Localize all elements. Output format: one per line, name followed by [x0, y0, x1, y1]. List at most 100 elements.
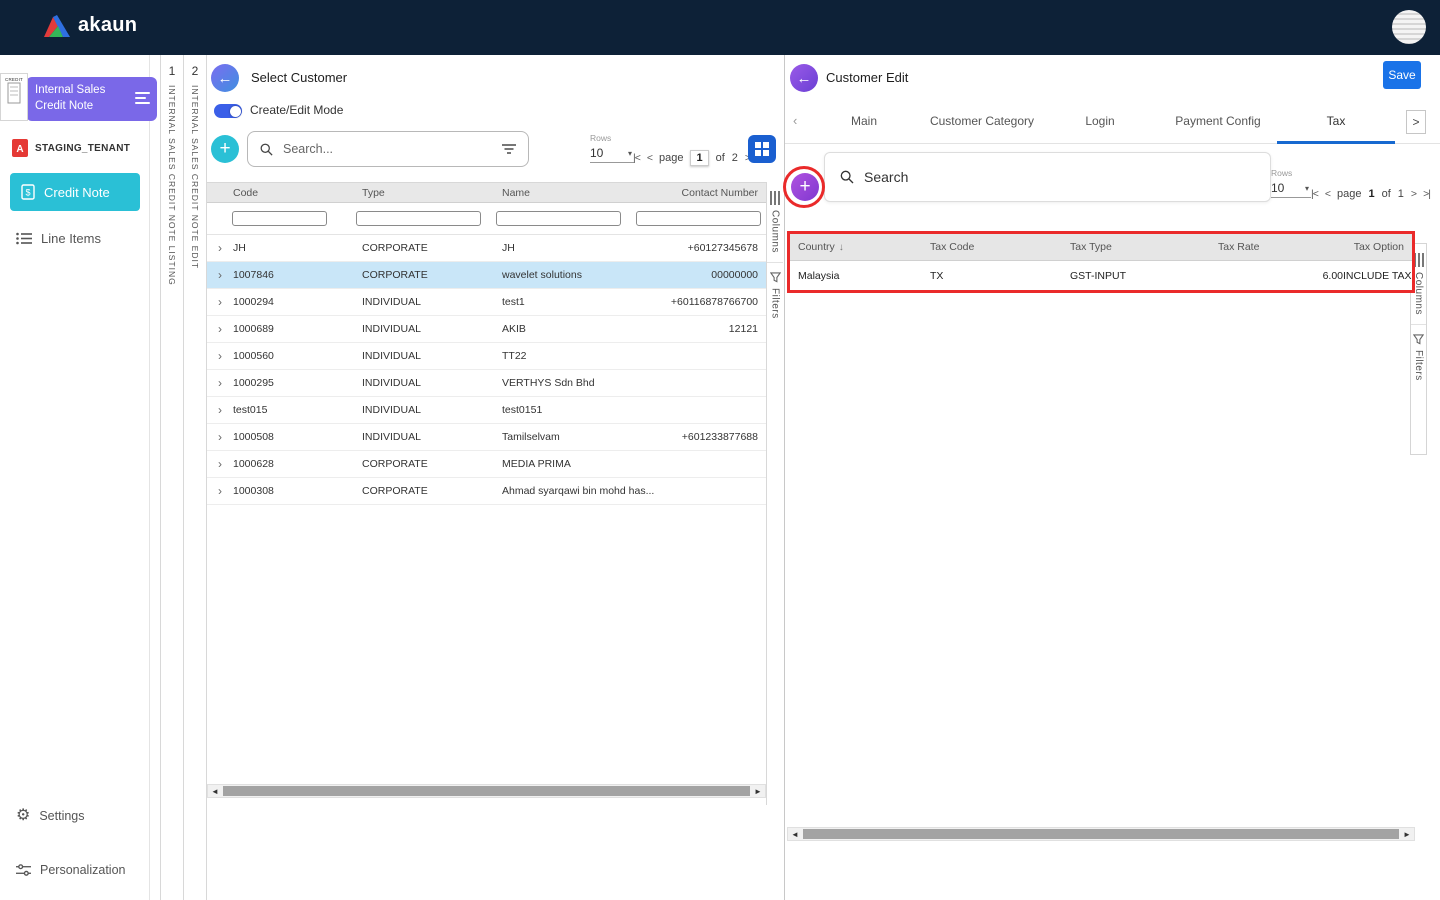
horizontal-scrollbar[interactable]: ◄ ► [787, 827, 1415, 841]
toggle-knob [229, 105, 241, 117]
scroll-left-arrow[interactable]: ◄ [788, 828, 802, 840]
scroll-right-arrow[interactable]: ► [751, 785, 765, 797]
sidebar-item-personalization[interactable]: Personalization [16, 863, 125, 877]
horizontal-scrollbar[interactable]: ◄ ► [207, 784, 766, 798]
table-row[interactable]: › 1000294 INDIVIDUAL test1 +60116878766700 [207, 289, 766, 316]
scroll-left-arrow[interactable]: ◄ [208, 785, 222, 797]
filters-tab[interactable]: Filters [1413, 325, 1424, 390]
last-page-button[interactable]: >| [1423, 188, 1431, 200]
tax-table-body: Malaysia TX GST-INPUT 6.00 INCLUDE TAX [790, 261, 1412, 290]
type-filter-input[interactable] [356, 211, 481, 226]
prev-page-button[interactable]: < [647, 152, 653, 164]
cell-type: CORPORATE [362, 269, 428, 281]
column-header-code[interactable]: Code [233, 187, 362, 199]
vertical-tab-listing[interactable]: 1 INTERNAL SALES CREDIT NOTE LISTING [160, 55, 183, 900]
tenant-row[interactable]: A STAGING_TENANT [12, 139, 130, 157]
panel-title: Customer Edit [826, 70, 909, 85]
tabs-scroll-right-button[interactable]: > [1406, 110, 1426, 134]
pagination: |< < page 1 of 1 > >| [1311, 188, 1431, 200]
scrollbar-thumb[interactable] [803, 829, 1399, 839]
menu-toggle-icon[interactable] [135, 92, 150, 107]
column-header-tax-code[interactable]: Tax Code [930, 241, 1070, 253]
tab-customer-category[interactable]: Customer Category [923, 100, 1041, 144]
first-page-button[interactable]: |< [1311, 188, 1319, 200]
table-row[interactable]: › 1000689 INDIVIDUAL AKIB 12121 [207, 316, 766, 343]
plus-icon: + [799, 175, 811, 197]
column-header-name[interactable]: Name [502, 187, 642, 199]
cell-name: Ahmad syarqawi bin mohd has... [502, 485, 655, 497]
caret-down-icon: ▾ [1304, 183, 1309, 193]
table-row[interactable]: Malaysia TX GST-INPUT 6.00 INCLUDE TAX [790, 261, 1412, 290]
select-customer-panel: ← Select Customer Create/Edit Mode + Row… [207, 55, 783, 900]
tax-search-input[interactable] [864, 169, 1256, 185]
row-expand-icon[interactable]: › [207, 376, 233, 390]
column-header-contact-number[interactable]: Contact Number [642, 187, 766, 199]
total-pages: 2 [731, 152, 738, 164]
contact-filter-input[interactable] [636, 211, 761, 226]
table-row[interactable]: › 1000560 INDIVIDUAL TT22 [207, 343, 766, 370]
tax-search-box [824, 152, 1271, 202]
sidebar-item-line-items[interactable]: Line Items [16, 231, 101, 246]
cell-type: INDIVIDUAL [362, 377, 421, 389]
rows-per-page-control[interactable]: Rows 10 ▾ [590, 133, 634, 163]
strip-label: INTERNAL SALES CREDIT NOTE LISTING [167, 85, 177, 286]
row-expand-icon[interactable]: › [207, 268, 233, 282]
next-page-button[interactable]: > [1411, 188, 1417, 200]
tab-login[interactable]: Login [1041, 100, 1159, 144]
row-expand-icon[interactable]: › [207, 322, 233, 336]
row-expand-icon[interactable]: › [207, 403, 233, 417]
back-arrow-icon: ← [217, 69, 233, 87]
column-header-tax-option[interactable]: Tax Option [1343, 241, 1412, 253]
code-filter-input[interactable] [232, 211, 327, 226]
table-row[interactable]: › 1000628 CORPORATE MEDIA PRIMA [207, 451, 766, 478]
column-header-tax-rate[interactable]: Tax Rate [1213, 241, 1343, 253]
back-button[interactable]: ← [211, 64, 239, 92]
column-header-country[interactable]: Country ↓ [790, 241, 930, 253]
table-row[interactable]: › 1000308 CORPORATE Ahmad syarqawi bin mohd… [207, 478, 766, 505]
row-expand-icon[interactable]: › [207, 457, 233, 471]
columns-icon [1413, 253, 1424, 267]
cell-code: 1000628 [233, 458, 274, 470]
row-expand-icon[interactable]: › [207, 349, 233, 363]
name-filter-input[interactable] [496, 211, 621, 226]
tab-payment-config[interactable]: Payment Config [1159, 100, 1277, 144]
row-expand-icon[interactable]: › [207, 484, 233, 498]
add-customer-button[interactable]: + [211, 135, 239, 163]
tab-main[interactable]: Main [805, 100, 923, 144]
row-expand-icon[interactable]: › [207, 241, 233, 255]
column-header-type[interactable]: Type [362, 187, 502, 199]
user-avatar[interactable] [1392, 10, 1426, 44]
back-button[interactable]: ← [790, 64, 818, 92]
cell-code: 1000308 [233, 485, 274, 497]
save-button[interactable]: Save [1383, 61, 1421, 89]
scrollbar-thumb[interactable] [223, 786, 750, 796]
cell-type: INDIVIDUAL [362, 350, 421, 362]
filter-list-icon[interactable] [501, 143, 517, 155]
create-edit-mode-toggle[interactable] [214, 104, 242, 118]
rows-per-page-control[interactable]: Rows 10 ▾ [1271, 168, 1311, 198]
row-expand-icon[interactable]: › [207, 295, 233, 309]
sidebar-item-credit-note[interactable]: $ Credit Note [10, 173, 140, 211]
brand-logo[interactable]: akaun [44, 14, 137, 37]
grid-view-button[interactable] [748, 135, 776, 163]
columns-tab[interactable]: Columns [770, 182, 781, 262]
sidebar-module-internal-sales-credit-note[interactable]: Internal Sales Credit Note [26, 77, 157, 121]
table-row[interactable]: › 1007846 CORPORATE wavelet solutions 000000… [207, 262, 766, 289]
sidebar-item-settings[interactable]: ⚙ Settings [16, 808, 85, 824]
strip-label: INTERNAL SALES CREDIT NOTE EDIT [190, 85, 200, 270]
customer-search-input[interactable] [283, 142, 501, 156]
tabs-scroll-left-icon[interactable]: ‹ [793, 113, 797, 128]
first-page-button[interactable]: |< [633, 152, 641, 164]
add-tax-button[interactable]: + [791, 173, 819, 201]
table-row[interactable]: › test015 INDIVIDUAL test0151 [207, 397, 766, 424]
table-row[interactable]: › 1000508 INDIVIDUAL Tamilselvam +6012338776… [207, 424, 766, 451]
filters-tab[interactable]: Filters [769, 263, 781, 328]
scroll-right-arrow[interactable]: ► [1400, 828, 1414, 840]
tab-tax[interactable]: Tax [1277, 100, 1395, 144]
table-row[interactable]: › JH CORPORATE JH +60127345678 [207, 235, 766, 262]
prev-page-button[interactable]: < [1325, 188, 1331, 200]
row-expand-icon[interactable]: › [207, 430, 233, 444]
column-header-tax-type[interactable]: Tax Type [1070, 241, 1213, 253]
vertical-tab-edit[interactable]: 2 INTERNAL SALES CREDIT NOTE EDIT [183, 55, 207, 900]
table-row[interactable]: › 1000295 INDIVIDUAL VERTHYS Sdn Bhd [207, 370, 766, 397]
